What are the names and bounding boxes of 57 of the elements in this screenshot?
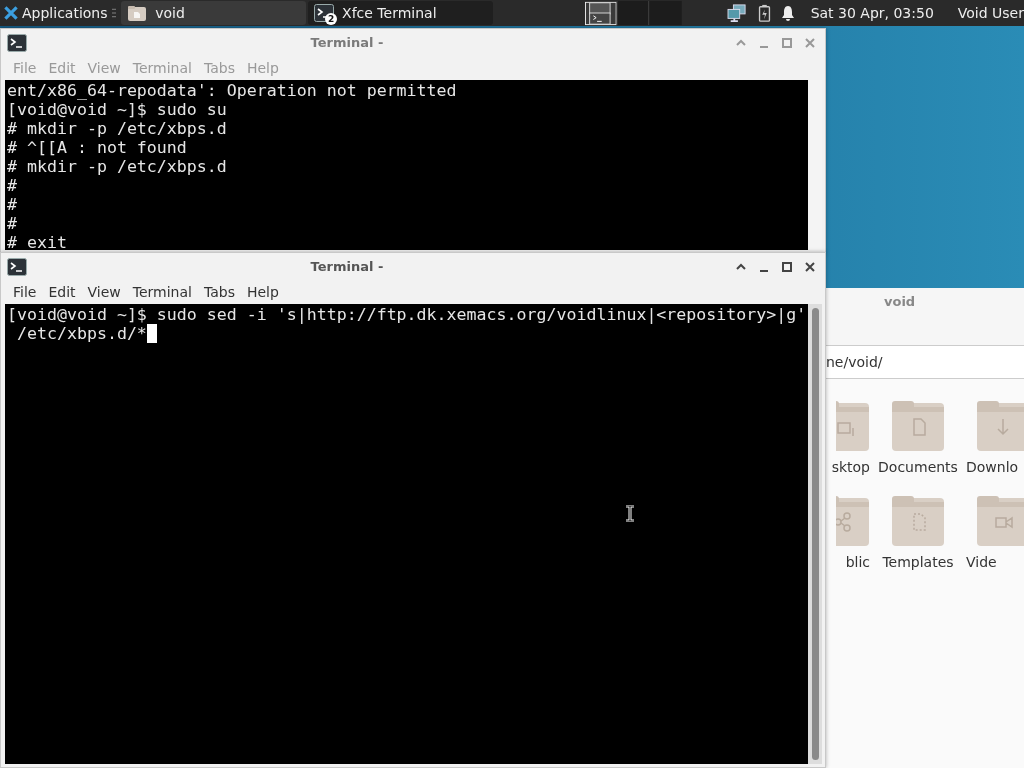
terminal-line: # <box>7 214 17 233</box>
folder-icon[interactable] <box>891 494 945 548</box>
location-field[interactable]: ne/void/ <box>826 345 1024 379</box>
terminal-line: # mkdir -p /etc/xbps.d <box>7 119 227 138</box>
folder-icon[interactable] <box>891 399 945 453</box>
terminal-line: # <box>7 195 17 214</box>
terminal-icon <box>7 33 27 52</box>
minimize-icon <box>758 44 770 49</box>
battery-icon[interactable] <box>757 4 771 22</box>
scrollbar[interactable] <box>808 304 822 764</box>
file-label[interactable]: Templates <box>882 554 954 570</box>
maximize-icon <box>781 36 793 49</box>
network-icon[interactable] <box>725 4 748 22</box>
terminal-line: [void@void ~]$ sudo su <box>7 100 227 119</box>
user-menu[interactable]: Void User <box>957 5 1024 21</box>
menu-item[interactable]: View <box>81 284 127 300</box>
menu-item[interactable]: Help <box>240 284 285 300</box>
workspace-switcher[interactable] <box>585 0 682 26</box>
maximize-icon <box>781 260 793 273</box>
folder-icon[interactable] <box>976 399 1024 453</box>
terminal-screen[interactable]: [void@void ~]$ sudo sed -i 's|http://ftp.dk.xemacs.org/voidlinux|<repository>|g' /etc/xbps.d/* <box>5 304 808 764</box>
taskbar-button[interactable]: void <box>121 1 307 25</box>
terminal-line: /etc/xbps.d/* <box>16 324 147 343</box>
bell-icon[interactable] <box>780 4 795 22</box>
file-label[interactable]: Documents <box>878 459 958 475</box>
panel-handle-icon <box>111 7 117 19</box>
terminal-screen[interactable]: ent/x86_64-repodata': Operation not permitted [void@void ~]$ sudo su # mkdir -p /etc/xbps.d # ^[[A : not found # mkdir -p /etc/xbps.d # # # # exit <box>5 80 808 250</box>
file-label[interactable]: sktop <box>831 459 870 475</box>
close-icon <box>804 260 816 273</box>
window-title: Terminal - <box>309 259 385 274</box>
text-cursor-icon <box>625 505 635 522</box>
terminal-line: ent/x86_64-repodata': Operation not permitted <box>7 81 457 100</box>
folder-icon[interactable] <box>976 494 1024 548</box>
terminal-icon <box>7 257 27 276</box>
clock[interactable]: Sat 30 Apr, 03:50 <box>810 5 934 21</box>
menu-item[interactable]: Terminal <box>126 284 198 300</box>
terminal-line: # mkdir -p /etc/xbps.d <box>7 157 227 176</box>
terminal-icon <box>314 4 335 22</box>
close-icon <box>804 36 816 49</box>
terminal-line: # exit <box>7 233 67 250</box>
count-badge: 2 <box>325 13 338 25</box>
terminal-line: [void@void ~]$ sudo sed -i 's|http://ftp.dk.xemacs.org/voidlinux|<repository>|g' <box>7 305 807 324</box>
folder-icon <box>127 4 148 22</box>
file-label[interactable]: blic <box>845 554 870 570</box>
menu-item[interactable]: Edit <box>42 284 82 300</box>
xfce-logo-icon <box>3 4 19 22</box>
window-title: Terminal - <box>309 35 385 50</box>
file-label[interactable]: Vide <box>966 554 997 570</box>
taskbar-button[interactable]: 2 Xfce Terminal <box>308 1 493 25</box>
file-label[interactable]: Downlo <box>966 459 1019 475</box>
terminal-line: # ^[[A : not found <box>7 138 187 157</box>
menu-item[interactable]: Tabs <box>197 284 241 300</box>
minimize-icon <box>758 268 770 273</box>
menu-item[interactable]: File <box>7 284 43 300</box>
applications-menu[interactable]: Applications <box>0 0 110 26</box>
window-title: void <box>884 294 916 309</box>
terminal-line: # <box>7 176 17 195</box>
